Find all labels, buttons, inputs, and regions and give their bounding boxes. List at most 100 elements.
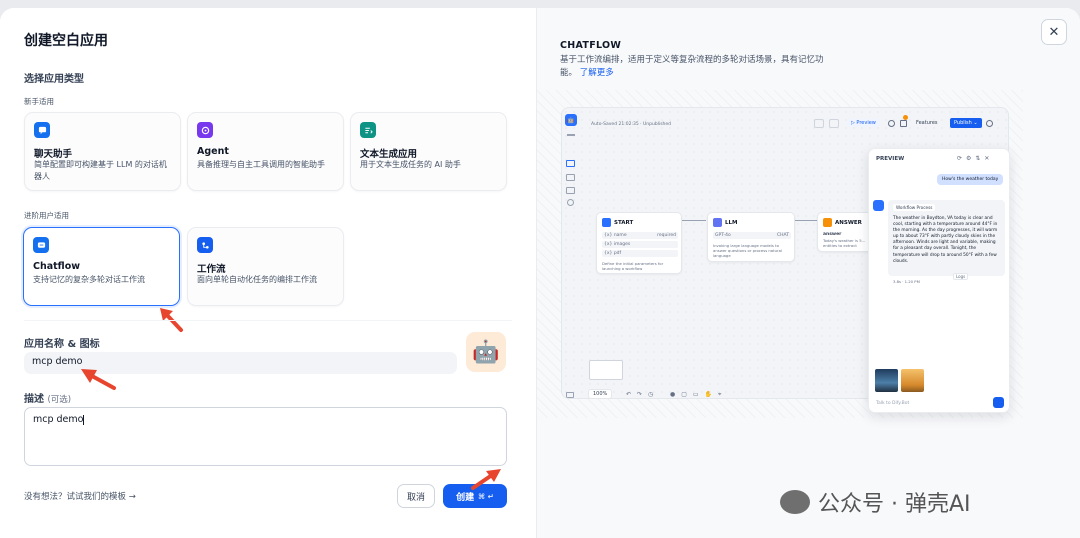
grid-icon[interactable] bbox=[900, 120, 907, 127]
start-node-icon bbox=[602, 218, 611, 227]
panel-actions[interactable]: ⟳⚙⇅✕ bbox=[957, 155, 993, 162]
create-app-dialog: 创建空白应用 选择应用类型 新手适用 聊天助手 简单配置即可构建基于 LLM 的… bbox=[0, 8, 1080, 538]
app-type-card-chatflow[interactable]: Chatflow 支持记忆的复杂多轮对话工作流 bbox=[23, 227, 180, 306]
llm-node-title: LLM bbox=[725, 219, 738, 226]
undo-redo-controls[interactable]: ↶↷◷ bbox=[626, 391, 659, 398]
card-title: 工作流 bbox=[197, 264, 226, 275]
external-link-icon[interactable] bbox=[814, 119, 824, 128]
name-icon-label: 应用名称 & 图标 bbox=[24, 339, 100, 350]
start-node[interactable]: START {x} name required {x} images {x} pd… bbox=[596, 212, 682, 274]
start-var-row: {x} pdf bbox=[602, 250, 678, 257]
description-value: mcp demo bbox=[33, 414, 84, 425]
watermark-text: 公众号 · 弹壳AI bbox=[818, 492, 971, 517]
card-desc: 简单配置即可构建基于 LLM 的对话机器人 bbox=[34, 160, 167, 181]
answer-node-icon bbox=[823, 218, 832, 227]
shortcut-hint: ⌘ ↵ bbox=[478, 491, 494, 501]
workflow-icon bbox=[197, 237, 213, 253]
llm-node-icon bbox=[713, 218, 722, 227]
wechat-logo-icon bbox=[780, 490, 810, 514]
app-type-heading: 选择应用类型 bbox=[24, 74, 84, 85]
card-desc: 具备推理与自主工具调用的智能助手 bbox=[197, 160, 325, 169]
required-tag: required bbox=[657, 233, 676, 238]
annotation-arrow-create bbox=[471, 469, 501, 490]
annotation-arrow-name bbox=[81, 369, 116, 390]
image-thumbnail-desert[interactable] bbox=[901, 369, 924, 392]
edge-llm-answer bbox=[795, 220, 817, 221]
create-form-panel: 创建空白应用 选择应用类型 新手适用 聊天助手 简单配置即可构建基于 LLM 的… bbox=[0, 8, 536, 538]
start-var-name: {x} name bbox=[604, 233, 627, 238]
notification-dot bbox=[903, 115, 908, 120]
chatflow-description: 基于工作流编排，适用于定义等复杂流程的多轮对话场景，具有记忆功能。 了解更多 bbox=[560, 54, 840, 80]
app-type-card-agent[interactable]: Agent 具备推理与自主工具调用的智能助手 bbox=[187, 112, 344, 191]
user-message: How's the weather today bbox=[937, 174, 1004, 185]
template-link[interactable]: 没有想法？试试我们的模板 → bbox=[24, 490, 136, 502]
menu-icon bbox=[567, 134, 575, 136]
description-textarea[interactable]: mcp demo bbox=[24, 407, 507, 466]
llm-node-header: LLM bbox=[713, 218, 737, 227]
start-node-title: START bbox=[614, 219, 634, 226]
bot-message: Workflow Process The weather in Boydton,… bbox=[888, 200, 1005, 276]
card-desc: 用于文本生成任务的 AI 助手 bbox=[360, 160, 461, 169]
app-type-card-text-generation[interactable]: 文本生成应用 用于文本生成任务的 AI 助手 bbox=[350, 112, 507, 191]
zoom-control[interactable]: 100% bbox=[588, 389, 613, 398]
beginner-group-label: 新手适用 bbox=[24, 97, 54, 106]
workflow-process-tag[interactable]: Workflow Process bbox=[893, 204, 936, 211]
card-title: 文本生成应用 bbox=[360, 149, 418, 160]
card-title: 聊天助手 bbox=[34, 149, 73, 160]
canvas-tools[interactable]: ●▢▭✋⌖ bbox=[670, 391, 727, 398]
optional-hint: (可选) bbox=[47, 395, 72, 405]
watermark: 公众号 · 弹壳AI bbox=[780, 486, 971, 518]
close-icon: ✕ bbox=[1048, 24, 1060, 40]
bot-avatar bbox=[873, 200, 884, 211]
logs-button[interactable]: Logs bbox=[953, 273, 969, 280]
send-button[interactable] bbox=[993, 397, 1004, 408]
app-type-card-workflow[interactable]: 工作流 面向单轮自动化任务的编排工作流 bbox=[187, 227, 344, 306]
features-button[interactable]: Features bbox=[913, 119, 941, 127]
advanced-group-label: 进阶用户适用 bbox=[24, 211, 69, 220]
chatflow-title: CHATFLOW bbox=[560, 40, 622, 51]
image-thumbnail-mountain[interactable] bbox=[875, 369, 898, 392]
card-title: Agent bbox=[197, 146, 229, 157]
description-label: 描述 (可选) bbox=[24, 390, 71, 405]
answer-node-title: ANSWER bbox=[835, 219, 862, 226]
image-tool-icon bbox=[566, 174, 575, 181]
robot-emoji-icon: 🤖 bbox=[472, 339, 500, 365]
chatflow-icon bbox=[33, 237, 49, 253]
bot-message-text: The weather in Boydton, VA today is clea… bbox=[893, 216, 998, 264]
app-icon-picker[interactable]: 🤖 bbox=[466, 332, 506, 372]
canvas-tool-icon bbox=[566, 160, 575, 167]
dialog-title: 创建空白应用 bbox=[24, 33, 108, 49]
minimap[interactable] bbox=[589, 360, 623, 380]
chat-input[interactable]: Talk to Dify.Bot bbox=[876, 401, 909, 406]
publish-button[interactable]: Publish ⌄ bbox=[950, 118, 982, 128]
agent-robot-icon bbox=[197, 122, 213, 138]
app-type-card-chat-assistant[interactable]: 聊天助手 简单配置即可构建基于 LLM 的对话机器人 bbox=[24, 112, 181, 191]
clock-icon[interactable] bbox=[986, 120, 993, 127]
llm-mode-tag: CHAT bbox=[776, 233, 789, 238]
card-title: Chatflow bbox=[33, 261, 81, 272]
llm-model-name: GPT-4o bbox=[715, 233, 731, 238]
chat-preview-panel: PREVIEW ⟳⚙⇅✕ How's the weather today Wor… bbox=[868, 148, 1010, 413]
code-icon[interactable] bbox=[829, 119, 839, 128]
settings-tool-icon bbox=[567, 199, 574, 206]
chat-bubble-icon bbox=[34, 122, 50, 138]
preview-button[interactable]: ▷ Preview bbox=[847, 119, 880, 127]
llm-model-row: GPT-4o CHAT bbox=[713, 232, 791, 239]
layout-icon[interactable] bbox=[566, 392, 574, 398]
doc-tool-icon bbox=[566, 187, 575, 194]
app-logo-icon: 🤖 bbox=[565, 114, 577, 126]
autosave-status: Auto-Saved 21:02:35 · Unpublished bbox=[591, 122, 672, 127]
description-label-text: 描述 bbox=[24, 394, 44, 405]
llm-node[interactable]: LLM GPT-4o CHAT Invoking large language m… bbox=[707, 212, 795, 262]
learn-more-link[interactable]: 了解更多 bbox=[580, 68, 614, 78]
history-icon[interactable] bbox=[888, 120, 895, 127]
edge-start-llm bbox=[682, 220, 706, 221]
divider bbox=[24, 320, 512, 321]
close-button[interactable]: ✕ bbox=[1041, 19, 1067, 45]
card-desc: 支持记忆的复杂多轮对话工作流 bbox=[33, 275, 145, 284]
cancel-button[interactable]: 取消 bbox=[397, 484, 435, 508]
text-generate-icon bbox=[360, 122, 376, 138]
preview-panel-title: PREVIEW bbox=[876, 156, 905, 162]
start-var-row: {x} images bbox=[602, 241, 678, 248]
answer-node-header: ANSWER bbox=[823, 218, 862, 227]
